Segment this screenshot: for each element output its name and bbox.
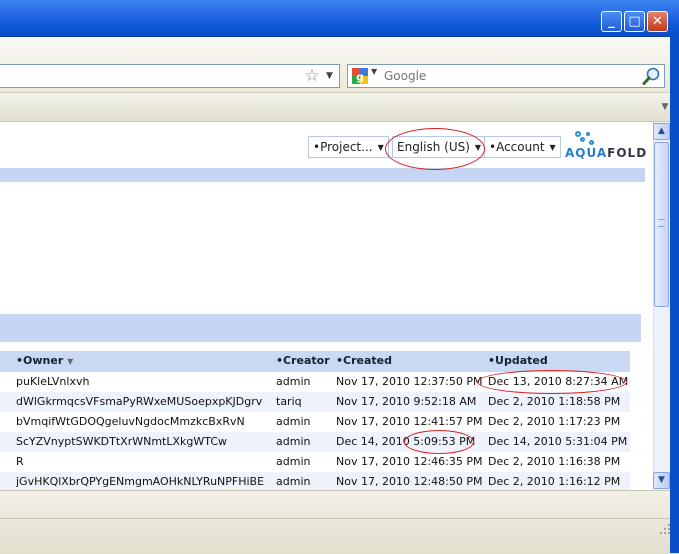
svg-text:g: g — [356, 71, 364, 84]
column-header-creator[interactable]: •Creator — [276, 354, 330, 367]
magnifier-icon[interactable] — [642, 66, 662, 86]
logo-bubble — [589, 140, 594, 145]
search-engine-dropdown-icon[interactable]: ▼ — [371, 67, 377, 76]
maximize-icon: □ — [628, 14, 641, 29]
cell-created: Nov 17, 2010 12:46:35 PM — [336, 455, 483, 468]
cell-created: Nov 17, 2010 12:48:50 PM — [336, 475, 483, 488]
cell-created: Nov 17, 2010 12:37:50 PM — [336, 375, 483, 388]
column-header-created[interactable]: •Created — [336, 354, 392, 367]
logo-aqua: AQUA — [565, 146, 608, 160]
cell-creator: admin — [276, 475, 311, 488]
minimize-icon: _ — [608, 14, 615, 29]
page-content: •Project... ▼ English (US) ▼ •Account ▼ AQU… — [0, 122, 653, 490]
cell-updated: Dec 2, 2010 1:16:38 PM — [488, 455, 621, 468]
cell-created: Nov 17, 2010 12:41:57 PM — [336, 415, 483, 428]
table-row[interactable]: ScYZVnyptSWKDTtXrWNmtLXkgWTCw admin Dec … — [0, 432, 630, 452]
address-bar[interactable] — [0, 64, 340, 88]
cell-created: Nov 17, 2010 9:52:18 AM — [336, 395, 477, 408]
logo-bubble — [575, 131, 581, 137]
cell-owner: ScYZVnyptSWKDTtXrWNmtLXkgWTCw — [16, 435, 227, 448]
project-menu-label: •Project... — [313, 140, 373, 154]
bookmarks-toolbar — [0, 93, 679, 122]
logo-fold: FOLD — [607, 146, 648, 160]
chevron-down-icon: ▼ — [474, 143, 482, 152]
account-menu[interactable]: •Account ▼ — [484, 136, 561, 158]
google-icon[interactable]: g — [352, 68, 368, 84]
cell-creator: admin — [276, 435, 311, 448]
language-menu[interactable]: English (US) ▼ — [392, 136, 487, 158]
search-input[interactable] — [384, 66, 634, 86]
window-frame-edge — [670, 36, 679, 553]
cell-owner: dWlGkrmqcsVFsmaPyRWxeMUSoepxpKJDgrv — [16, 395, 263, 408]
cell-owner: puKleLVnlxvh — [16, 375, 90, 388]
grid-header: •Owner ▼ •Creator •Created •Updated — [0, 351, 630, 372]
section-header-bar — [0, 168, 645, 182]
cell-creator: tariq — [276, 395, 302, 408]
logo-bubble — [580, 137, 585, 142]
close-button[interactable]: ✕ — [647, 11, 668, 32]
project-menu[interactable]: •Project... ▼ — [308, 136, 389, 158]
scrollbar-grip — [658, 219, 665, 227]
chevron-down-icon: ▼ — [549, 143, 556, 152]
table-row[interactable]: R admin Nov 17, 2010 12:46:35 PM Dec 2, … — [0, 452, 630, 472]
table-row[interactable]: puKleLVnlxvh admin Nov 17, 2010 12:37:50… — [0, 372, 630, 392]
chevron-down-icon: ▼ — [658, 475, 665, 485]
cell-updated: Dec 2, 2010 1:16:12 PM — [488, 475, 621, 488]
star-icon[interactable]: ☆ — [302, 66, 322, 86]
minimize-button[interactable]: _ — [601, 11, 622, 32]
status-bar — [0, 490, 679, 554]
chevron-up-icon: ▲ — [658, 126, 665, 136]
cell-owner: jGvHKQlXbrQPYgENmgmAOHkNLYRuNPFHiBE — [16, 475, 265, 488]
sort-down-icon: ▼ — [67, 357, 74, 366]
table-row[interactable]: jGvHKQlXbrQPYgENmgmAOHkNLYRuNPFHiBE admi… — [0, 472, 630, 490]
chevron-down-icon: ▼ — [377, 143, 384, 152]
aquafold-logo: AQUAFOLD — [565, 130, 647, 166]
cell-creator: admin — [276, 375, 311, 388]
cell-updated: Dec 13, 2010 8:27:34 AM — [488, 375, 629, 388]
section-header-bar — [0, 314, 641, 342]
scroll-up-button[interactable]: ▲ — [653, 123, 670, 140]
logo-text: AQUAFOLD — [565, 146, 647, 160]
cell-creator: admin — [276, 455, 311, 468]
cell-created: Dec 14, 2010 5:09:53 PM — [336, 435, 476, 448]
column-header-owner-label: •Owner — [16, 354, 64, 367]
logo-bubble — [586, 132, 590, 136]
cell-creator: admin — [276, 415, 311, 428]
table-row[interactable]: bVmqifWtGDOQgeluvNgdocMmzkcBxRvN admin N… — [0, 412, 630, 432]
scroll-down-button[interactable]: ▼ — [653, 472, 670, 489]
window-titlebar: _ □ ✕ — [0, 0, 679, 37]
cell-owner: bVmqifWtGDOQgeluvNgdocMmzkcBxRvN — [16, 415, 245, 428]
column-header-updated[interactable]: •Updated — [488, 354, 548, 367]
address-dropdown-icon[interactable]: ▼ — [326, 66, 338, 86]
language-menu-label: English (US) — [397, 140, 470, 154]
status-divider — [0, 518, 679, 519]
maximize-button[interactable]: □ — [624, 11, 645, 32]
cell-updated: Dec 14, 2010 5:31:04 PM — [488, 435, 628, 448]
table-row[interactable]: dWlGkrmqcsVFsmaPyRWxeMUSoepxpKJDgrv tari… — [0, 392, 630, 412]
close-icon: ✕ — [652, 14, 663, 29]
column-header-owner[interactable]: •Owner ▼ — [16, 354, 73, 367]
cell-updated: Dec 2, 2010 1:18:58 PM — [488, 395, 621, 408]
cell-owner: R — [16, 455, 24, 468]
account-menu-label: •Account — [489, 140, 545, 154]
cell-updated: Dec 2, 2010 1:17:23 PM — [488, 415, 621, 428]
